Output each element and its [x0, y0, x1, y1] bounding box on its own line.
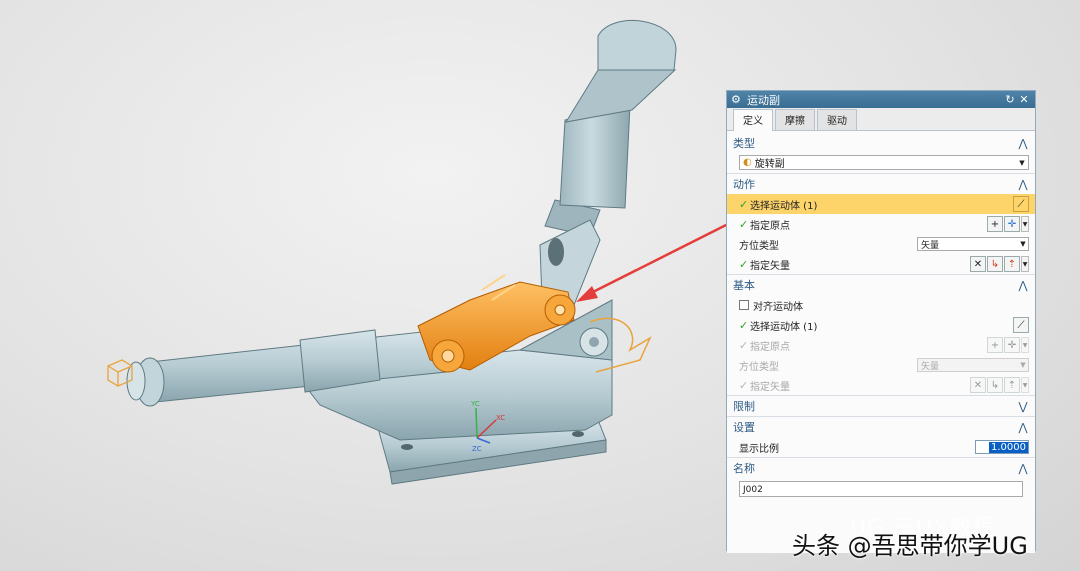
display-scale-input[interactable]: 1.0000: [975, 440, 1029, 454]
chevron-down-icon: ▼: [1020, 361, 1026, 369]
point-dialog-icon: +: [987, 337, 1003, 353]
base-origin-label: 指定原点: [750, 341, 790, 353]
dialog-titlebar[interactable]: ⚙ 运动副 ↻ ✕: [727, 91, 1035, 108]
base-select-body-label: 选择运动体 (1): [750, 321, 818, 333]
tab-bar: 定义 摩擦 驱动: [727, 108, 1035, 131]
tab-driver[interactable]: 驱动: [817, 109, 857, 130]
section-type-title: 类型: [733, 137, 755, 150]
action-orient-label: 方位类型: [739, 240, 779, 252]
action-orient-value: 矢量: [921, 240, 940, 251]
tab-definition[interactable]: 定义: [733, 109, 773, 131]
joint-type-select[interactable]: ◐ 旋转副 ▼: [739, 155, 1029, 170]
expand-chevron-icon[interactable]: ⋁: [1017, 400, 1029, 413]
base-vector-label: 指定矢量: [750, 381, 790, 393]
base-select-body-row[interactable]: ✓ 选择运动体 (1) ⟋: [733, 315, 1029, 335]
section-settings-title: 设置: [733, 421, 755, 434]
base-orient-row: 方位类型 矢量 ▼: [733, 355, 1029, 375]
chevron-down-icon: ▼: [1021, 377, 1029, 393]
reset-icon[interactable]: ↻: [1003, 93, 1017, 106]
vector-dialog-icon: ↳: [987, 377, 1003, 393]
tab-friction[interactable]: 摩擦: [775, 109, 815, 130]
chevron-down-icon[interactable]: ▼: [1021, 256, 1029, 272]
checkmark-icon: ✓: [739, 197, 749, 211]
chevron-down-icon: ▼: [1019, 158, 1025, 167]
collapse-chevron-icon[interactable]: ⋀: [1017, 178, 1029, 191]
axis-label-z: ZC: [472, 445, 482, 453]
point-dialog-icon[interactable]: +: [987, 216, 1003, 232]
joint-name-input[interactable]: J002: [739, 481, 1023, 497]
axis-label-y: YC: [470, 400, 480, 408]
vector-inferred-icon: ⇡: [1004, 377, 1020, 393]
base-align-row[interactable]: 对齐运动体: [733, 295, 1029, 315]
section-action-header[interactable]: 动作 ⋀: [727, 173, 1035, 194]
vector-dialog-icon[interactable]: ↳: [987, 256, 1003, 272]
checkmark-icon: ✓: [739, 318, 749, 332]
action-vector-label: 指定矢量: [750, 260, 790, 272]
checkmark-icon: ✓: [739, 217, 749, 231]
point-snap-icon: ✛: [1004, 337, 1020, 353]
revolute-joint-icon: ◐: [743, 157, 752, 168]
base-align-label: 对齐运动体: [753, 301, 803, 313]
motion-joint-dialog[interactable]: ⚙ 运动副 ↻ ✕ 定义 摩擦 驱动 类型 ⋀ ◐ 旋转副 ▼ 动作 ⋀ ✓ 选…: [726, 90, 1036, 553]
collapse-chevron-icon[interactable]: ⋀: [1017, 137, 1029, 150]
watermark-caption: 头条 @吾思带你学UG: [792, 532, 1028, 560]
section-base-title: 基本: [733, 279, 755, 292]
base-orient-select: 矢量 ▼: [917, 358, 1029, 372]
section-base-header[interactable]: 基本 ⋀: [727, 274, 1035, 295]
section-limits-header[interactable]: 限制 ⋁: [727, 395, 1035, 416]
checkmark-icon: ✓: [739, 338, 749, 352]
checkmark-icon: ✓: [739, 257, 749, 271]
collapse-chevron-icon[interactable]: ⋀: [1017, 462, 1029, 475]
action-origin-row[interactable]: ✓ 指定原点 + ✛ ▼: [733, 214, 1029, 234]
chevron-down-icon[interactable]: ▼: [1021, 216, 1029, 232]
section-name-header[interactable]: 名称 ⋀: [727, 457, 1035, 478]
select-body-icon[interactable]: ⟋: [1013, 317, 1029, 333]
base-orient-value: 矢量: [921, 361, 940, 372]
axis-label-x: XC: [496, 414, 505, 422]
vector-inferred-icon[interactable]: ⇡: [1004, 256, 1020, 272]
checkmark-icon: ✓: [739, 378, 749, 392]
section-name-title: 名称: [733, 462, 755, 475]
collapse-chevron-icon[interactable]: ⋀: [1017, 279, 1029, 292]
display-scale-label: 显示比例: [739, 443, 779, 455]
display-scale-value: 1.0000: [989, 441, 1028, 453]
gear-icon: ⚙: [731, 92, 741, 106]
action-vector-row[interactable]: ✓ 指定矢量 ✕ ↳ ⇡ ▼: [733, 254, 1029, 274]
collapse-chevron-icon[interactable]: ⋀: [1017, 421, 1029, 434]
action-select-body-label: 选择运动体 (1): [750, 200, 818, 212]
display-scale-row: 显示比例 1.0000: [733, 437, 1029, 457]
close-icon[interactable]: ✕: [1017, 93, 1031, 106]
joint-type-value: 旋转副: [754, 159, 785, 170]
point-snap-icon[interactable]: ✛: [1004, 216, 1020, 232]
base-orient-label: 方位类型: [739, 361, 779, 373]
action-orient-row: 方位类型 矢量 ▼: [733, 234, 1029, 254]
reverse-direction-icon: ✕: [970, 377, 986, 393]
callout-arrow: [576, 216, 741, 302]
section-settings-header[interactable]: 设置 ⋀: [727, 416, 1035, 437]
action-select-body-row[interactable]: ✓ 选择运动体 (1) ⟋: [727, 194, 1035, 214]
action-orient-select[interactable]: 矢量 ▼: [917, 237, 1029, 251]
reverse-direction-icon[interactable]: ✕: [970, 256, 986, 272]
chevron-down-icon: ▼: [1021, 337, 1029, 353]
section-action-title: 动作: [733, 178, 755, 191]
select-body-icon[interactable]: ⟋: [1013, 196, 1029, 212]
section-type-header[interactable]: 类型 ⋀: [727, 133, 1035, 153]
chevron-down-icon: ▼: [1020, 240, 1026, 248]
align-body-checkbox[interactable]: [739, 300, 749, 310]
base-origin-row: ✓ 指定原点 + ✛ ▼: [733, 335, 1029, 355]
lever-handle: [539, 19, 677, 311]
action-origin-label: 指定原点: [750, 220, 790, 232]
section-limits-title: 限制: [733, 400, 755, 413]
dialog-title: 运动副: [747, 93, 780, 107]
base-vector-row: ✓ 指定矢量 ✕ ↳ ⇡ ▼: [733, 375, 1029, 395]
